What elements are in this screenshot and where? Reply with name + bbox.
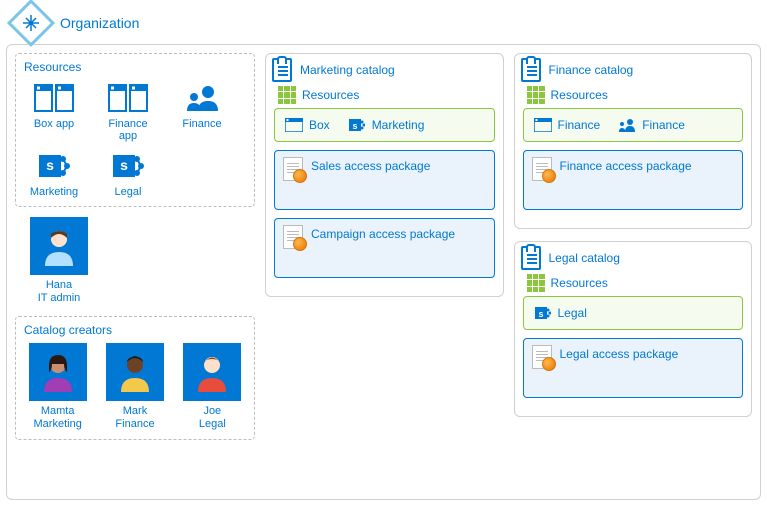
creator-person: Mark Finance xyxy=(101,343,168,431)
catalog-creators-panel: Catalog creators Mamta Marketing xyxy=(15,316,255,440)
catalog-resources-box: Finance Finance xyxy=(523,108,744,142)
svg-text:s: s xyxy=(46,157,54,173)
resources-grid: Box app Finance app Finance s xyxy=(24,80,246,198)
catalog-resources-label: Resources xyxy=(551,276,608,290)
resource-label: Box app xyxy=(24,118,84,130)
catalog-column: Marketing catalog Resources Box s Market… xyxy=(265,53,504,491)
catalog-marketing: Marketing catalog Resources Box s Market… xyxy=(265,53,504,297)
catalog-resource-label: Finance xyxy=(642,118,685,132)
catalog-resources-label: Resources xyxy=(551,88,608,102)
resources-grid-icon xyxy=(527,274,545,292)
avatar xyxy=(106,343,164,401)
resources-label: Resources xyxy=(24,60,246,74)
resources-grid-icon xyxy=(527,86,545,104)
catalog-icon xyxy=(521,246,541,270)
svg-text:s: s xyxy=(538,309,543,319)
organization-icon xyxy=(7,0,55,47)
catalog-resources-box: Box s Marketing xyxy=(274,108,495,142)
catalog-header: Legal catalog xyxy=(521,246,744,270)
catalogs-area: Marketing catalog Resources Box s Market… xyxy=(265,53,752,491)
resource-item: Finance xyxy=(172,80,232,142)
catalog-legal: Legal catalog Resources s Legal Legal ac… xyxy=(514,241,753,417)
svg-text:s: s xyxy=(352,121,357,131)
resource-label: Legal xyxy=(98,186,158,198)
catalog-header: Marketing catalog xyxy=(272,58,495,82)
creator-person: Mamta Marketing xyxy=(24,343,91,431)
group-icon xyxy=(618,117,636,133)
access-package-icon xyxy=(532,345,552,369)
resource-label: Finance app xyxy=(98,118,158,142)
catalog-resource: s Legal xyxy=(534,305,587,321)
catalog-column: Finance catalog Resources Finance Financ… xyxy=(514,53,753,491)
access-package-icon xyxy=(532,157,552,181)
left-column: Resources Box app Finance app xyxy=(15,53,255,491)
avatar xyxy=(30,217,88,275)
resource-item: Finance app xyxy=(98,80,158,142)
creators-grid: Mamta Marketing Mark Finance xyxy=(24,343,246,431)
app-icon xyxy=(108,80,148,116)
organization-body: Resources Box app Finance app xyxy=(6,44,761,500)
catalog-resource: Finance xyxy=(618,117,685,133)
organization-title: Organization xyxy=(60,15,139,31)
catalog-resources-header: Resources xyxy=(527,86,744,104)
resource-label: Finance xyxy=(172,118,232,130)
sharepoint-icon: s xyxy=(34,148,74,184)
app-icon xyxy=(534,117,552,133)
access-package: Sales access package xyxy=(274,150,495,210)
catalog-creators-label: Catalog creators xyxy=(24,323,246,337)
catalog-header: Finance catalog xyxy=(521,58,744,82)
catalog-title: Finance catalog xyxy=(549,63,634,77)
access-package-title: Legal access package xyxy=(560,347,679,361)
catalog-resource-label: Marketing xyxy=(372,118,425,132)
person-name: Hana IT admin xyxy=(23,279,95,305)
app-icon xyxy=(285,117,303,133)
resource-item: s Legal xyxy=(98,148,158,198)
organization-header: Organization xyxy=(6,6,761,40)
access-package-icon xyxy=(283,225,303,249)
access-package-title: Sales access package xyxy=(311,159,430,173)
person-name: Joe Legal xyxy=(179,405,246,431)
resources-grid-icon xyxy=(278,86,296,104)
resource-label: Marketing xyxy=(24,186,84,198)
access-package: Finance access package xyxy=(523,150,744,210)
avatar xyxy=(183,343,241,401)
access-package: Campaign access package xyxy=(274,218,495,278)
catalog-resources-header: Resources xyxy=(527,274,744,292)
svg-text:s: s xyxy=(120,157,128,173)
catalog-title: Legal catalog xyxy=(549,251,620,265)
catalog-resources-box: s Legal xyxy=(523,296,744,330)
resources-panel: Resources Box app Finance app xyxy=(15,53,255,207)
catalog-resource-label: Finance xyxy=(558,118,601,132)
person-name: Mark Finance xyxy=(101,405,168,431)
catalog-resource-label: Box xyxy=(309,118,330,132)
access-package-icon xyxy=(283,157,303,181)
catalog-resource: Finance xyxy=(534,117,601,133)
catalog-icon xyxy=(272,58,292,82)
catalog-resources-header: Resources xyxy=(278,86,495,104)
catalog-resource: Box xyxy=(285,117,330,133)
catalog-resource: s Marketing xyxy=(348,117,425,133)
app-icon xyxy=(34,80,74,116)
sharepoint-icon: s xyxy=(108,148,148,184)
sharepoint-icon: s xyxy=(348,117,366,133)
resource-item: s Marketing xyxy=(24,148,84,198)
catalog-resource-label: Legal xyxy=(558,306,587,320)
access-package: Legal access package xyxy=(523,338,744,398)
sharepoint-icon: s xyxy=(534,305,552,321)
person-name: Mamta Marketing xyxy=(24,405,91,431)
catalog-finance: Finance catalog Resources Finance Financ… xyxy=(514,53,753,229)
access-package-title: Finance access package xyxy=(560,159,692,173)
group-icon xyxy=(182,80,222,116)
catalog-icon xyxy=(521,58,541,82)
creator-person: Joe Legal xyxy=(179,343,246,431)
avatar xyxy=(29,343,87,401)
catalog-title: Marketing catalog xyxy=(300,63,395,77)
catalog-resources-label: Resources xyxy=(302,88,359,102)
access-package-title: Campaign access package xyxy=(311,227,455,241)
admin-person: Hana IT admin xyxy=(23,217,95,305)
resource-item: Box app xyxy=(24,80,84,142)
